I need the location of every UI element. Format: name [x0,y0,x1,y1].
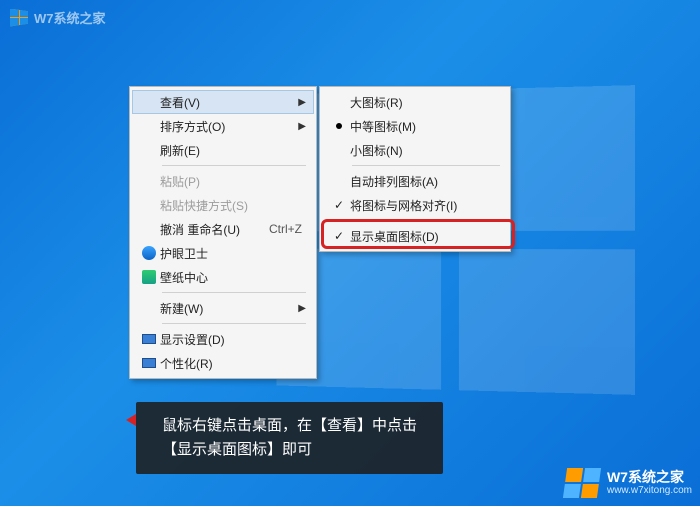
watermark-url: www.w7xitong.com [607,485,692,496]
check-checked-icon [328,198,350,212]
caption-line: 鼠标右键点击桌面，在【查看】中点击 [162,414,417,438]
menu-item-show-desktop-icons[interactable]: 显示桌面图标(D) [322,224,508,248]
menu-label: 粘贴快捷方式(S) [160,197,308,214]
watermark-text: W7系统之家 www.w7xitong.com [607,470,692,496]
menu-label: 护眼卫士 [160,245,308,262]
check-checked-icon [328,229,350,243]
watermark-brand: W7系统之家 [607,470,692,485]
menu-item-display-settings[interactable]: 显示设置(D) [132,327,314,351]
shield-icon [138,246,160,260]
menu-item-paste-shortcut: 粘贴快捷方式(S) [132,193,314,217]
menu-label: 撤消 重命名(U) [160,221,269,238]
menu-label: 查看(V) [160,94,298,111]
menu-separator [162,323,306,324]
menu-item-paste: 粘贴(P) [132,169,314,193]
menu-item-auto-arrange[interactable]: 自动排列图标(A) [322,169,508,193]
menu-separator [162,292,306,293]
menu-item-align-grid[interactable]: 将图标与网格对齐(I) [322,193,508,217]
submenu-arrow-icon: ▶ [298,303,308,314]
submenu-arrow-icon: ▶ [298,97,308,108]
annotation-caption: 鼠标右键点击桌面，在【查看】中点击 【显示桌面图标】即可 [136,402,443,474]
menu-label: 刷新(E) [160,142,308,159]
menu-separator [162,165,306,166]
menu-item-small-icons[interactable]: 小图标(N) [322,138,508,162]
menu-item-new[interactable]: 新建(W) ▶ [132,296,314,320]
menu-item-undo-rename[interactable]: 撤消 重命名(U) Ctrl+Z [132,217,314,241]
menu-item-personalize[interactable]: 个性化(R) [132,351,314,375]
menu-label: 小图标(N) [350,142,502,159]
menu-label: 排序方式(O) [160,118,298,135]
menu-label: 大图标(R) [350,94,502,111]
watermark-logo-icon [563,468,601,498]
menu-item-medium-icons[interactable]: 中等图标(M) [322,114,508,138]
menu-label: 壁纸中心 [160,269,308,286]
menu-item-view[interactable]: 查看(V) ▶ [132,90,314,114]
menu-label: 个性化(R) [160,355,308,372]
menu-label: 中等图标(M) [350,118,502,135]
desktop-context-menu: 查看(V) ▶ 排序方式(O) ▶ 刷新(E) 粘贴(P) 粘贴快捷方式(S) … [129,86,317,379]
watermark-bottom: W7系统之家 www.w7xitong.com [565,468,692,498]
menu-label: 显示桌面图标(D) [350,228,502,245]
menu-item-wallpaper[interactable]: 壁纸中心 [132,265,314,289]
menu-label: 新建(W) [160,300,298,317]
menu-label: 显示设置(D) [160,331,308,348]
menu-separator [352,220,500,221]
picture-icon [138,270,160,284]
menu-label: 自动排列图标(A) [350,173,502,190]
menu-label: 粘贴(P) [160,173,308,190]
monitor-icon [138,358,160,368]
menu-item-eyecare[interactable]: 护眼卫士 [132,241,314,265]
menu-accelerator: Ctrl+Z [269,222,308,236]
menu-item-refresh[interactable]: 刷新(E) [132,138,314,162]
menu-label: 将图标与网格对齐(I) [350,197,502,214]
menu-item-sort[interactable]: 排序方式(O) ▶ [132,114,314,138]
caption-line: 【显示桌面图标】即可 [162,438,417,462]
menu-item-large-icons[interactable]: 大图标(R) [322,90,508,114]
monitor-icon [138,334,160,344]
watermark-logo-icon [10,9,28,27]
submenu-arrow-icon: ▶ [298,121,308,132]
view-submenu: 大图标(R) 中等图标(M) 小图标(N) 自动排列图标(A) 将图标与网格对齐… [319,86,511,252]
menu-separator [352,165,500,166]
watermark-top-text: W7系统之家 [34,8,106,27]
watermark-top: W7系统之家 [10,8,106,27]
radio-selected-icon [328,123,350,129]
